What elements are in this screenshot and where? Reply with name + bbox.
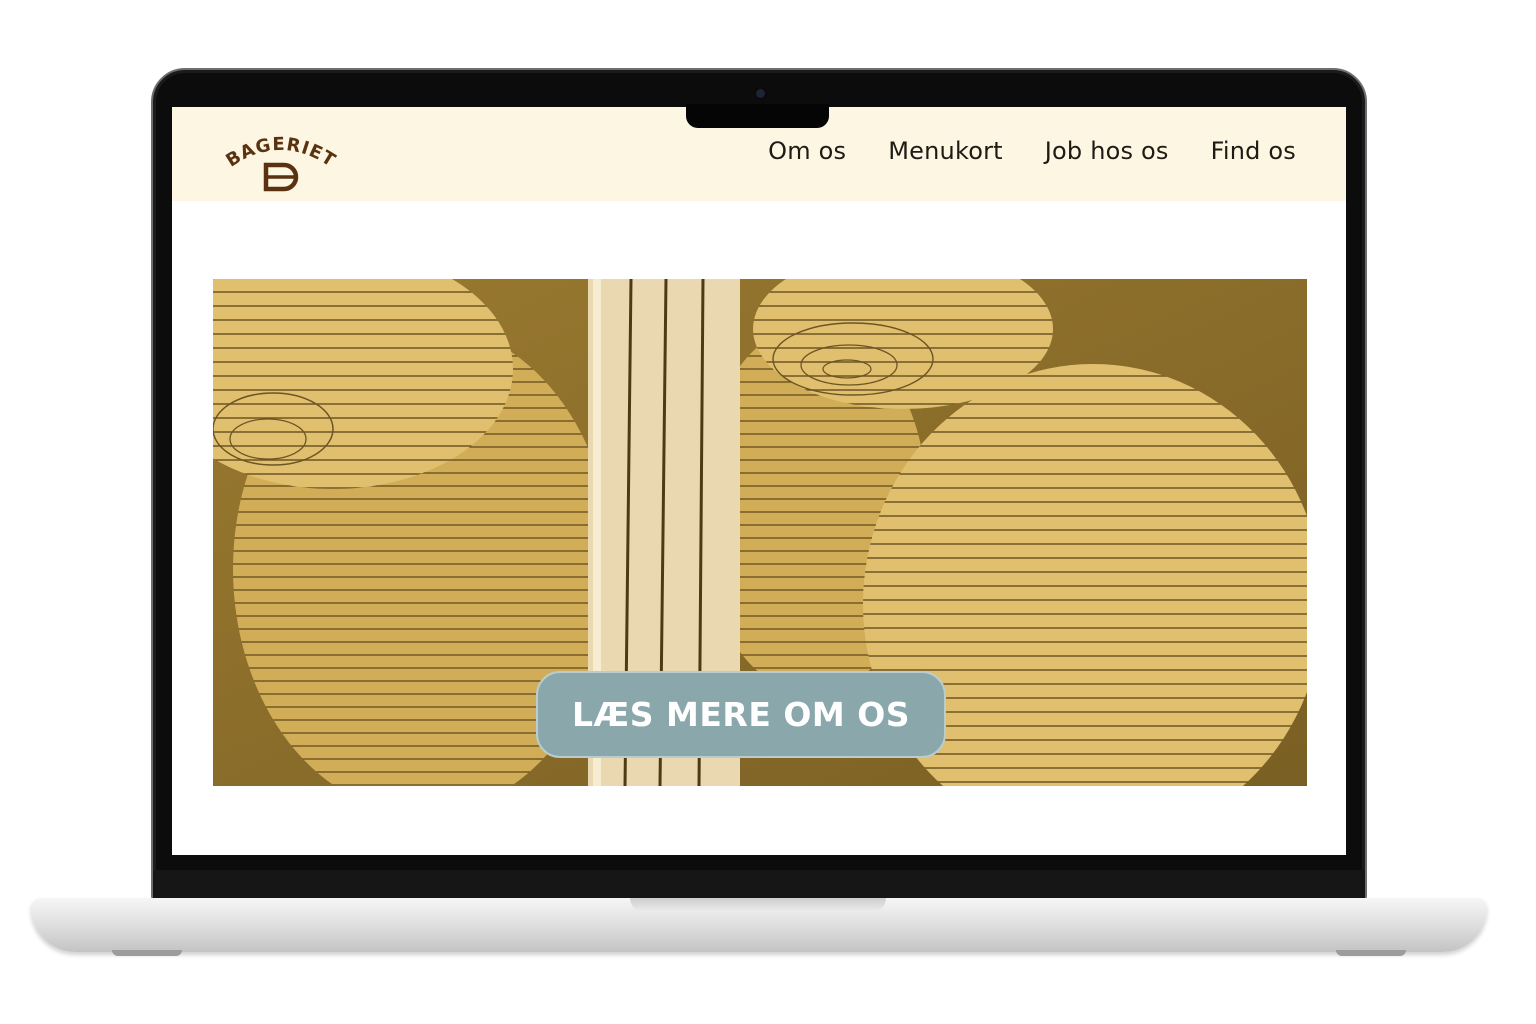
nav-link-job-hos-os[interactable]: Job hos os <box>1045 137 1169 165</box>
laptop-foot-right <box>1336 950 1406 956</box>
laptop-mockup: BAGERIET Om os Menukort Job hos os Find … <box>0 0 1536 1024</box>
main-nav: Om os Menukort Job hos os Find os <box>768 137 1296 165</box>
bageriet-logo[interactable]: BAGERIET <box>218 123 348 197</box>
nav-link-menukort[interactable]: Menukort <box>888 137 1003 165</box>
nav-link-find-os[interactable]: Find os <box>1211 137 1296 165</box>
browser-viewport: BAGERIET Om os Menukort Job hos os Find … <box>172 107 1346 855</box>
laptop-chin <box>153 870 1365 900</box>
read-more-button[interactable]: LÆS MERE OM OS <box>536 671 946 758</box>
nav-link-om-os[interactable]: Om os <box>768 137 846 165</box>
screen-notch <box>686 104 829 128</box>
camera-icon <box>756 89 765 98</box>
laptop-foot-left <box>112 950 182 956</box>
hero-section: LÆS MERE OM OS <box>213 279 1307 786</box>
trackpad-notch <box>630 898 886 912</box>
